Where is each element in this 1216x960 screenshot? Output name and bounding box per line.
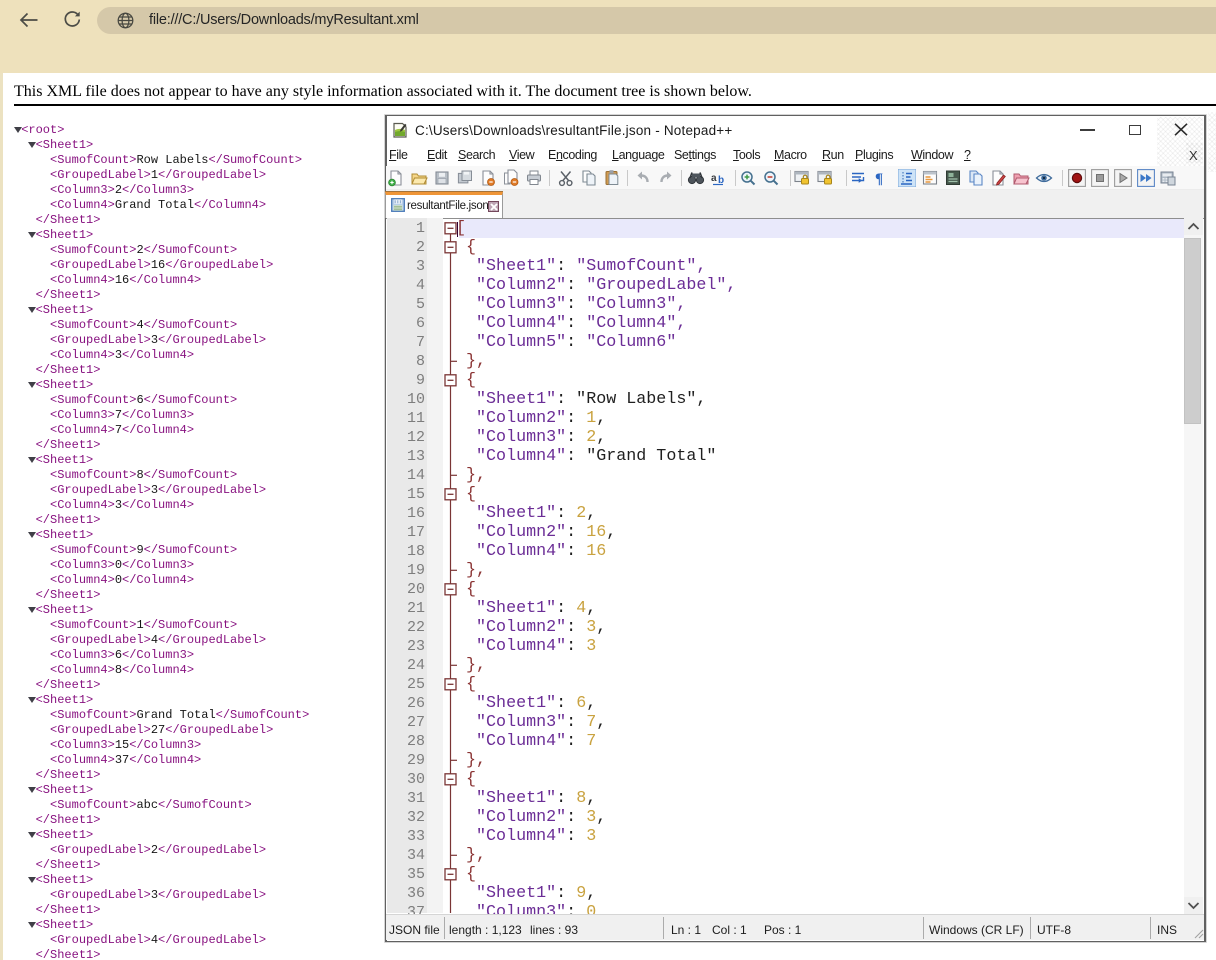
svg-text:¶: ¶	[875, 171, 883, 187]
svg-text:a: a	[711, 173, 717, 184]
